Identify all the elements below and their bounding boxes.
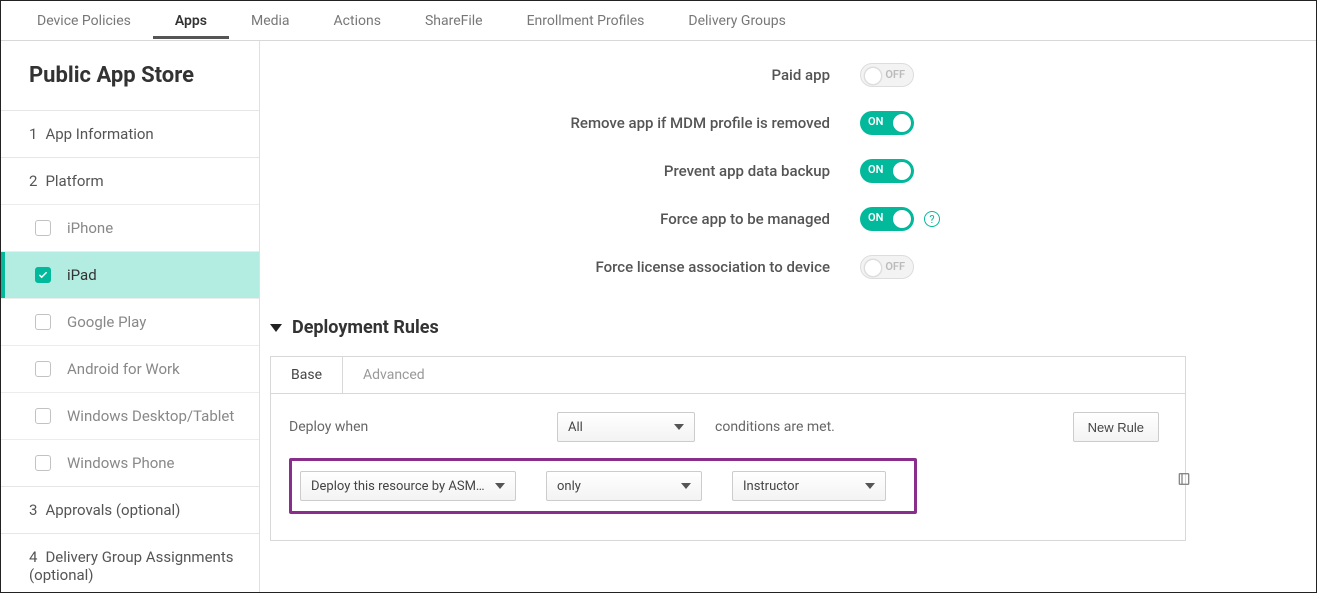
nav-device-policies[interactable]: Device Policies: [15, 3, 153, 39]
delete-rule-icon[interactable]: [1176, 471, 1192, 491]
toggle-force-license-device[interactable]: OFF: [860, 255, 914, 279]
platform-windows-phone[interactable]: Windows Phone: [1, 439, 259, 486]
chevron-down-icon: [674, 424, 684, 430]
rule-field-select[interactable]: Deploy this resource by ASM…: [300, 471, 516, 501]
platform-windows-desktop-tablet[interactable]: Windows Desktop/Tablet: [1, 392, 259, 439]
tab-base-body: Deploy when All conditions are met. New …: [271, 394, 1185, 540]
option-remove-on-mdm-removed: Remove app if MDM profile is removed ON: [260, 99, 1316, 147]
deployment-rules-panel: Base Advanced Deploy when All conditions…: [270, 356, 1186, 541]
chevron-down-icon: [681, 483, 691, 489]
toggle-paid-app[interactable]: OFF: [860, 63, 914, 87]
option-force-managed: Force app to be managed ON ?: [260, 195, 1316, 243]
option-paid-app: Paid app OFF: [260, 51, 1316, 99]
main-content: Paid app OFF Remove app if MDM profile i…: [260, 41, 1316, 592]
platform-android-for-work[interactable]: Android for Work: [1, 345, 259, 392]
sidebar: Public App Store 1App Information 2Platf…: [1, 41, 260, 592]
checkbox-icon[interactable]: [35, 455, 51, 471]
toggle-remove-on-mdm-removed[interactable]: ON: [860, 111, 914, 135]
top-nav: Device Policies Apps Media Actions Share…: [1, 1, 1316, 41]
checkbox-icon[interactable]: [35, 314, 51, 330]
platform-iphone[interactable]: iPhone: [1, 204, 259, 251]
rule-operator-select[interactable]: only: [546, 471, 702, 501]
conditions-text: conditions are met.: [715, 419, 835, 435]
checkbox-icon[interactable]: [35, 361, 51, 377]
tabbar: Base Advanced: [271, 357, 1185, 394]
step-delivery-group-assignments[interactable]: 4Delivery Group Assignments (optional): [1, 533, 259, 592]
platform-ipad[interactable]: iPad: [1, 251, 259, 298]
deployment-rules-header[interactable]: Deployment Rules: [260, 297, 1316, 348]
sidebar-title: Public App Store: [1, 41, 259, 110]
chevron-down-icon: [495, 483, 505, 489]
deploy-when-label: Deploy when: [289, 419, 537, 435]
caret-down-icon: [270, 324, 282, 332]
tab-base[interactable]: Base: [271, 357, 343, 393]
help-icon[interactable]: ?: [924, 211, 940, 227]
option-prevent-backup: Prevent app data backup ON: [260, 147, 1316, 195]
new-rule-button[interactable]: New Rule: [1073, 412, 1159, 442]
checkbox-checked-icon[interactable]: [35, 267, 51, 283]
tab-advanced[interactable]: Advanced: [343, 357, 445, 393]
chevron-down-icon: [865, 483, 875, 489]
step-app-information[interactable]: 1App Information: [1, 110, 259, 157]
step-approvals[interactable]: 3Approvals (optional): [1, 486, 259, 533]
rule-row: Deploy this resource by ASM… only Instru…: [289, 458, 917, 514]
checkbox-icon[interactable]: [35, 220, 51, 236]
platform-google-play[interactable]: Google Play: [1, 298, 259, 345]
nav-apps[interactable]: Apps: [153, 3, 229, 39]
toggle-prevent-backup[interactable]: ON: [860, 159, 914, 183]
nav-enrollment-profiles[interactable]: Enrollment Profiles: [505, 3, 667, 39]
rule-value-select[interactable]: Instructor: [732, 471, 886, 501]
nav-sharefile[interactable]: ShareFile: [403, 3, 505, 39]
nav-actions[interactable]: Actions: [312, 3, 403, 39]
checkbox-icon[interactable]: [35, 408, 51, 424]
toggle-force-managed[interactable]: ON: [860, 207, 914, 231]
option-force-license-device: Force license association to device OFF: [260, 243, 1316, 291]
step-platform[interactable]: 2Platform: [1, 157, 259, 204]
conditions-select[interactable]: All: [557, 412, 695, 442]
nav-media[interactable]: Media: [229, 3, 312, 39]
nav-delivery-groups[interactable]: Delivery Groups: [666, 3, 807, 39]
